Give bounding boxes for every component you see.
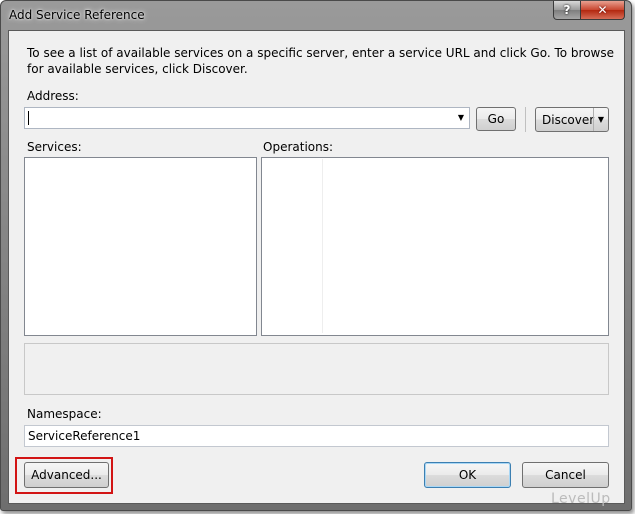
namespace-input[interactable]: ServiceReference1 bbox=[24, 425, 609, 447]
close-button[interactable]: ✕ bbox=[581, 1, 625, 20]
advanced-button[interactable]: Advanced... bbox=[24, 462, 109, 488]
help-icon: ? bbox=[563, 3, 571, 17]
discover-dropdown-arrow-icon[interactable]: ▼ bbox=[593, 108, 608, 131]
operations-label: Operations: bbox=[263, 140, 334, 154]
address-label: Address: bbox=[27, 89, 79, 103]
dialog-window: Add Service Reference ? ✕ To see a list … bbox=[0, 0, 632, 511]
window-title: Add Service Reference bbox=[9, 8, 145, 22]
toolbar-separator bbox=[525, 107, 526, 132]
help-button[interactable]: ? bbox=[553, 1, 581, 20]
caption-buttons: ? ✕ bbox=[553, 1, 625, 20]
ok-button[interactable]: OK bbox=[424, 462, 511, 488]
dialog-client-area: To see a list of available services on a… bbox=[8, 30, 625, 504]
cancel-button[interactable]: Cancel bbox=[522, 462, 609, 488]
title-bar[interactable]: Add Service Reference ? ✕ bbox=[1, 1, 631, 29]
address-combobox[interactable]: ▼ bbox=[24, 107, 470, 129]
services-tree[interactable] bbox=[24, 157, 257, 336]
watermark-text: LevelUp bbox=[551, 491, 611, 507]
namespace-label: Namespace: bbox=[27, 407, 102, 421]
chevron-down-icon[interactable]: ▼ bbox=[458, 113, 464, 122]
discover-split-button[interactable]: Discover ▼ bbox=[535, 107, 609, 132]
status-description-panel bbox=[24, 343, 609, 395]
operations-column-divider bbox=[322, 159, 323, 333]
text-caret bbox=[28, 111, 29, 125]
discover-label: Discover bbox=[542, 112, 595, 127]
operations-list[interactable] bbox=[261, 157, 609, 336]
instructions-text: To see a list of available services on a… bbox=[27, 46, 615, 76]
go-button[interactable]: Go bbox=[476, 107, 516, 131]
services-label: Services: bbox=[27, 140, 82, 154]
close-icon: ✕ bbox=[597, 3, 608, 17]
